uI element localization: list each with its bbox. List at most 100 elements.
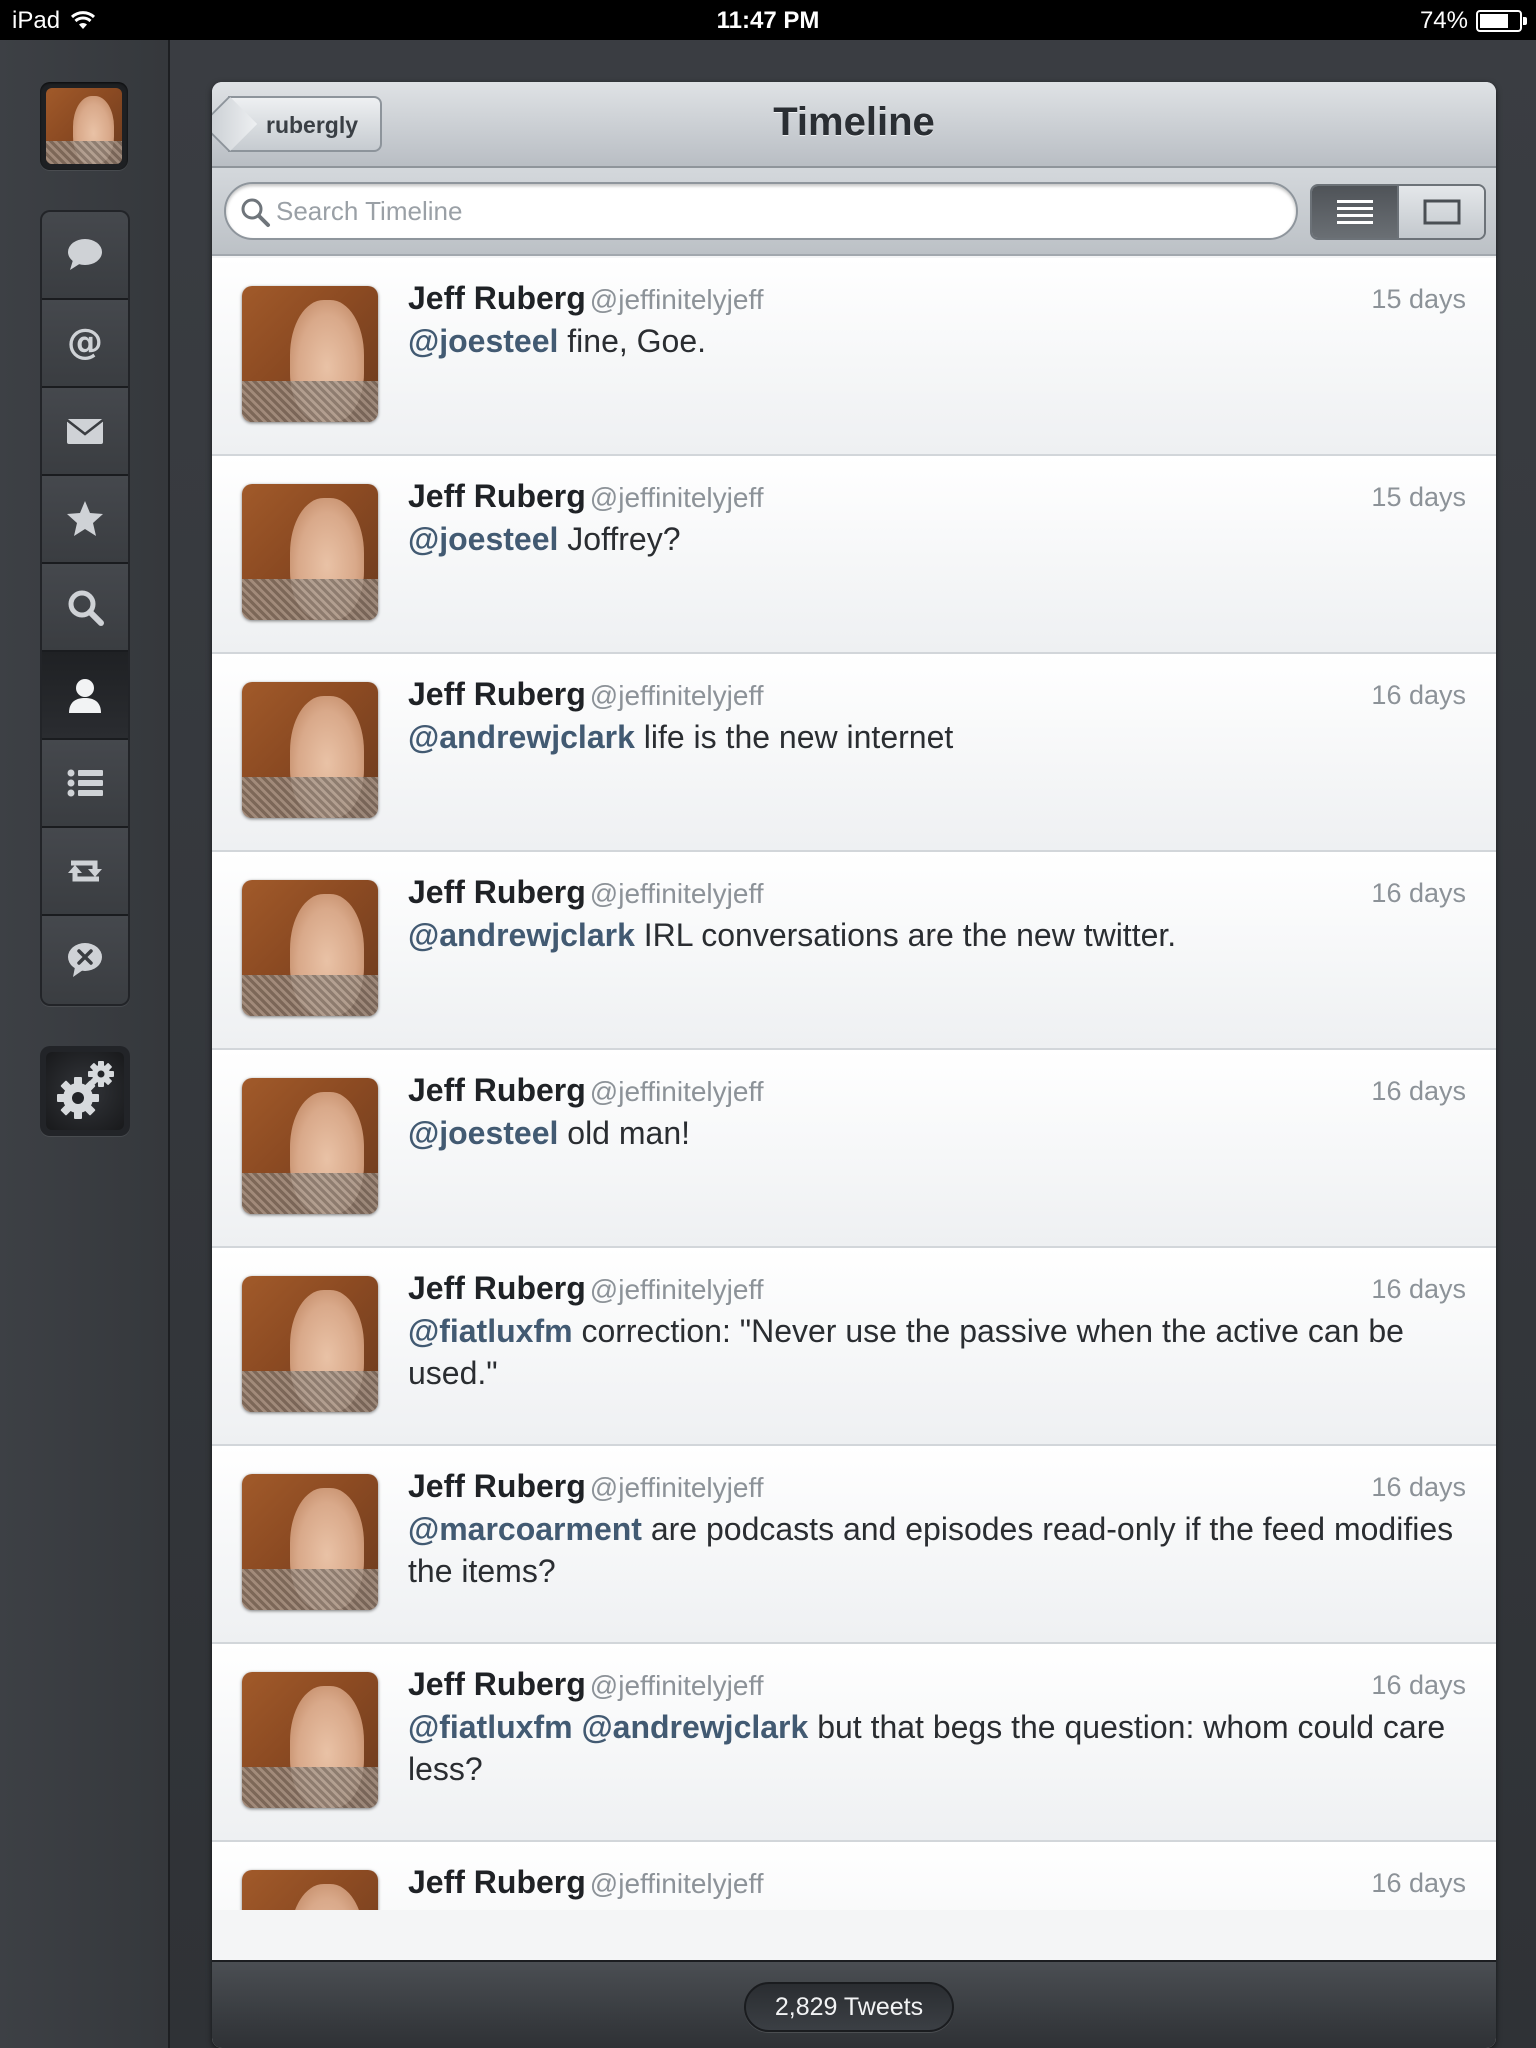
tweet-row[interactable]: Jeff Ruberg @jeffinitelyjeff 15 days @joest… — [212, 258, 1496, 456]
account-avatar[interactable] — [40, 82, 128, 170]
person-icon — [69, 679, 101, 713]
tweet-header: Jeff Ruberg @jeffinitelyjeff — [408, 1468, 764, 1505]
tweet-header: Jeff Ruberg @jeffinitelyjeff — [408, 676, 764, 713]
tweet-mention-link[interactable]: @joesteel — [408, 1907, 558, 1910]
search-input[interactable] — [276, 192, 1276, 230]
tweet-timestamp: 16 days — [1371, 1274, 1466, 1304]
search-icon — [241, 198, 270, 227]
tweet-avatar[interactable] — [242, 880, 378, 1016]
tweet-text: @andrewjclark life is the new internet — [408, 716, 1456, 758]
tweet-header: Jeff Ruberg @jeffinitelyjeff — [408, 1270, 764, 1307]
tweet-row[interactable]: Jeff Ruberg @jeffinitelyjeff 16 days @andre… — [212, 852, 1496, 1050]
view-toggle — [1310, 184, 1486, 240]
tweet-mention-link[interactable]: @andrewjclark — [408, 719, 635, 755]
tweet-author-handle: @jeffinitelyjeff — [589, 1076, 764, 1107]
tweet-mention-link[interactable]: @fiatluxfm — [408, 1313, 573, 1349]
list-icon — [67, 769, 103, 797]
tweet-count-badge[interactable]: 2,829 Tweets — [744, 1982, 954, 2032]
sidebar-item-search[interactable] — [42, 564, 128, 652]
sidebar-item-profile[interactable] — [42, 652, 128, 740]
clock: 11:47 PM — [716, 7, 820, 34]
tweet-header: Jeff Ruberg @jeffinitelyjeff — [408, 1072, 764, 1109]
single-view-icon — [1423, 199, 1460, 225]
envelope-icon — [66, 419, 104, 444]
tweet-mention-link[interactable]: @fiatluxfm — [408, 1709, 573, 1745]
tweet-avatar[interactable] — [242, 286, 378, 422]
tweet-header: Jeff Ruberg @jeffinitelyjeff — [408, 1864, 764, 1901]
tweet-author-handle: @jeffinitelyjeff — [589, 482, 764, 513]
sidebar-nav: @ — [40, 210, 130, 1006]
tweet-text: @fiatluxfm correction: "Never use the pa… — [408, 1310, 1456, 1394]
list-view-icon — [1336, 200, 1373, 224]
tweet-timestamp: 16 days — [1371, 878, 1466, 908]
tweet-mention-link[interactable]: @andrewjclark — [581, 1709, 808, 1745]
tweet-header: Jeff Ruberg @jeffinitelyjeff — [408, 874, 764, 911]
tweet-author-handle: @jeffinitelyjeff — [589, 1868, 764, 1899]
battery-percent: 74% — [1419, 7, 1468, 34]
tweet-row[interactable]: Jeff Ruberg @jeffinitelyjeff 16 days @andre… — [212, 654, 1496, 852]
sidebar-item-favorites[interactable] — [42, 476, 128, 564]
tweet-author-handle: @jeffinitelyjeff — [589, 878, 764, 909]
at-sign-icon: @ — [67, 322, 103, 363]
tweet-author-name: Jeff Ruberg — [408, 874, 586, 910]
sidebar-item-mentions[interactable]: @ — [42, 300, 128, 388]
retweet-icon — [68, 860, 102, 882]
tweet-text: @joesteel the real question: frozen or n… — [408, 1904, 1456, 1910]
sidebar-item-compose[interactable] — [42, 212, 128, 300]
tweet-avatar[interactable] — [242, 1276, 378, 1412]
tweet-mention-link[interactable]: @joesteel — [408, 323, 558, 359]
sidebar-item-blocked[interactable] — [42, 916, 128, 1004]
tweet-row[interactable]: Jeff Ruberg@jeffinitelyjeff 16 days @joest… — [212, 1842, 1496, 1910]
sidebar-item-messages[interactable] — [42, 388, 128, 476]
tweet-header: Jeff Ruberg @jeffinitelyjeff — [408, 1666, 764, 1703]
search-bar — [212, 168, 1496, 256]
bottom-bar: 2,829 Tweets — [212, 1960, 1496, 2048]
bubble-x-icon — [68, 943, 102, 977]
page-title: Timeline — [773, 100, 935, 144]
magnifier-icon — [68, 590, 104, 626]
tweet-header: Jeff Ruberg @jeffinitelyjeff — [408, 280, 764, 317]
tweet-author-name: Jeff Ruberg — [408, 1072, 586, 1108]
tweet-avatar[interactable] — [242, 682, 378, 818]
tweet-avatar[interactable] — [242, 1474, 378, 1610]
tweet-avatar[interactable] — [242, 1078, 378, 1214]
timeline-panel: rubergly Timeline Jef — [212, 82, 1496, 2048]
tweet-row[interactable]: Jeff Ruberg @jeffinitelyjeff 15 days @joest… — [212, 456, 1496, 654]
tweet-author-handle: @jeffinitelyjeff — [589, 1472, 764, 1503]
tweet-avatar[interactable] — [242, 484, 378, 620]
tweet-row[interactable]: Jeff Ruberg@jeffinitelyjeff 16 days @joest… — [212, 1050, 1496, 1248]
tweet-author-name: Jeff Ruberg — [408, 676, 586, 712]
battery-icon — [1476, 10, 1527, 32]
tweet-timestamp: 16 days — [1371, 1076, 1466, 1106]
gears-icon — [57, 1061, 114, 1119]
tweet-mention-link[interactable]: @andrewjclark — [408, 917, 635, 953]
svg-text:@: @ — [67, 322, 103, 363]
tweet-author-name: Jeff Ruberg — [408, 1270, 586, 1306]
navigation-bar: rubergly Timeline — [212, 82, 1496, 168]
list-view-button[interactable] — [1312, 186, 1397, 238]
settings-button[interactable] — [40, 1046, 130, 1136]
tweet-text: @joesteel fine, Goe. — [408, 320, 1456, 362]
tweet-row[interactable]: Jeff Ruberg @jeffinitelyjeff 16 days @marco… — [212, 1446, 1496, 1644]
tweet-text: @marcoarment are podcasts and episodes r… — [408, 1508, 1456, 1592]
tweet-mention-link[interactable]: @joesteel — [408, 521, 558, 557]
avatar-photo — [46, 88, 122, 164]
tweet-mention-link[interactable]: @joesteel — [408, 1115, 558, 1151]
tweet-mention-link[interactable]: @marcoarment — [408, 1511, 642, 1547]
sidebar-item-retweets[interactable] — [42, 828, 128, 916]
single-view-button[interactable] — [1397, 186, 1484, 238]
tweet-text: @joesteel old man! — [408, 1112, 1456, 1154]
app-container: @ rubergly Timeline Search Timeline Jeff… — [0, 40, 1536, 2048]
tweet-row[interactable]: Jeff Ruberg @jeffinitelyjeff 16 days @fiatl… — [212, 1644, 1496, 1842]
tweet-text: @joesteel Joffrey? — [408, 518, 1456, 560]
tweet-author-handle: @jeffinitelyjeff — [589, 680, 764, 711]
tweet-timestamp: 16 days — [1371, 1670, 1466, 1700]
search-field[interactable] — [224, 182, 1298, 240]
tweet-author-handle: @jeffinitelyjeff — [589, 284, 764, 315]
tweet-avatar[interactable] — [242, 1870, 378, 1910]
tweet-row[interactable]: Jeff Ruberg @jeffinitelyjeff 16 days @fiatl… — [212, 1248, 1496, 1446]
tweet-avatar[interactable] — [242, 1672, 378, 1808]
tweet-author-name: Jeff Ruberg — [408, 478, 586, 514]
sidebar-item-lists[interactable] — [42, 740, 128, 828]
tweet-author-name: Jeff Ruberg — [408, 1468, 586, 1504]
